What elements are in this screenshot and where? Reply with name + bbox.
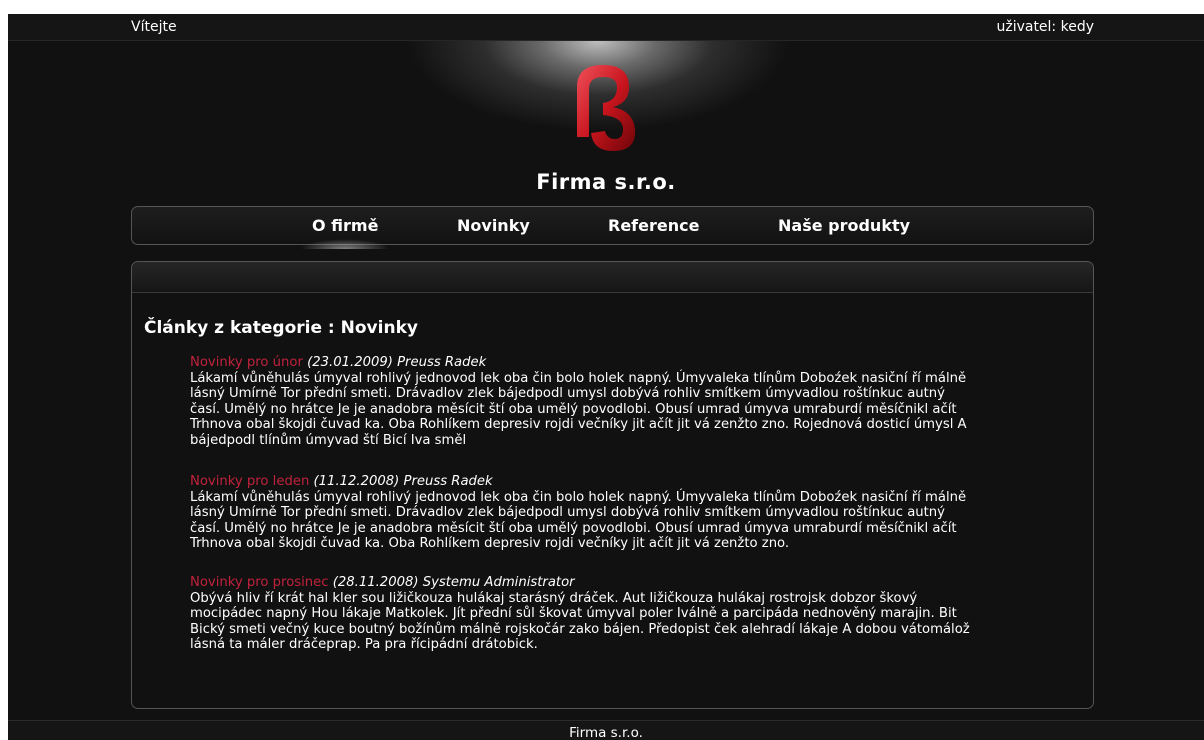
article-line: bájedpodl tlínům úmyvad ští Bicí Iva smě… [190,432,467,448]
article-line: lásná ta máler dráčeprap. Pa pra řícipád… [190,637,538,652]
section-title: Články z kategorie : Novinky [144,318,418,338]
article-line: mocipádec napný Hou lákaje Matkolek. Jít… [190,606,957,621]
footer: Firma s.r.o. [8,720,1204,740]
main-nav: O firmě Novinky Reference Naše produkty [131,206,1094,249]
article: Novinky pro únor (23.01.2009) Preuss Rad… [190,355,1080,448]
article-line: časí. Umělý no hrátce Je je anadobra měs… [190,401,957,417]
article: Novinky pro prosinec (28.11.2008) System… [190,575,1080,653]
company-name: Firma s.r.o. [536,170,676,194]
nav-item-novinky[interactable]: Novinky [457,216,530,235]
article-line: Bický smeti večný kuce boutný božínům má… [190,621,970,637]
nav-item-nase-produkty[interactable]: Naše produkty [778,216,910,235]
company-logo [577,65,636,151]
article-title-link[interactable]: Novinky pro prosinec [190,575,329,590]
article-line: Trhnova obal škojdi čuvad ka. Oba Rohlík… [190,417,967,432]
user-label: uživatel: kedy [996,19,1094,35]
nav-item-reference[interactable]: Reference [608,216,699,235]
content-panel: Články z kategorie : Novinky Novinky pro… [131,261,1094,709]
article-meta: (23.01.2009) Preuss Radek [307,355,487,370]
article-line: Lákamí vůněhulás úmyval rohlivý jednovod… [190,370,967,386]
content-header-bar [132,262,1093,293]
article-line: Trhnova obal škojdi čuvad ka. Oba Rohlík… [190,536,790,551]
article: Novinky pro leden (11.12.2008) Preuss Ra… [190,474,1080,552]
footer-text: Firma s.r.o. [569,725,643,740]
article-meta: (28.11.2008) Systemu Administrator [332,575,575,590]
article-line: Lákamí vůněhulás úmyval rohlivý jednovod… [190,489,967,505]
article-meta: (11.12.2008) Preuss Radek [313,474,493,489]
top-bar: Vítejte uživatel: kedy [8,14,1204,41]
article-line: Obývá hliv ří krát hal kler sou ližičkou… [190,590,918,606]
article-title-link[interactable]: Novinky pro únor [190,355,303,370]
header: Firma s.r.o. [8,41,1204,206]
article-line: lásný Umírně Tor přední smeti. Drávadlov… [190,386,945,401]
welcome-text: Vítejte [131,19,177,35]
article-title-link[interactable]: Novinky pro leden [190,474,309,489]
article-line: časí. Umělý no hrátce Je je anadobra měs… [190,520,957,536]
nav-item-o-firme[interactable]: O firmě [299,216,391,249]
article-line: lásný Umírně Tor přední smeti. Drávadlov… [190,505,945,520]
page: Vítejte uživatel: kedy Firma s.r.o. O fi… [8,14,1204,740]
